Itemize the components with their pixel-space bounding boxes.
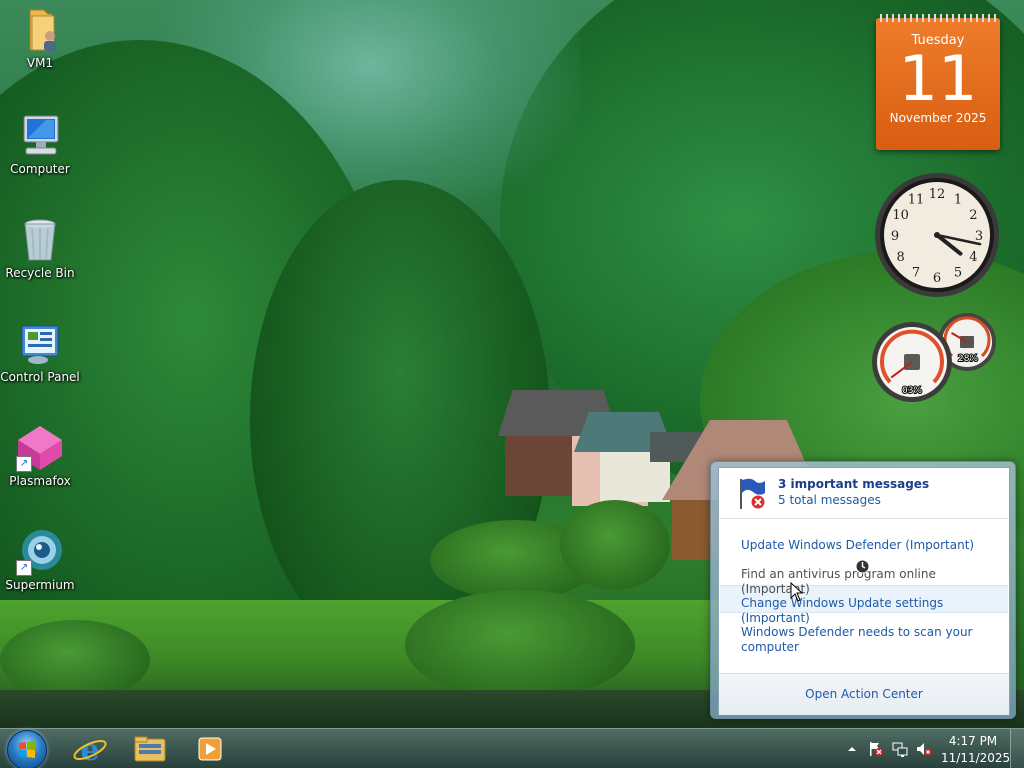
calendar-month-year: November 2025 [889, 111, 987, 125]
clock-numeral: 7 [912, 265, 920, 280]
clock-numeral: 12 [929, 187, 946, 202]
desktop-icon-label: VM1 [26, 56, 54, 70]
desktop-icon-vm1[interactable]: VM1 [0, 6, 80, 70]
start-button[interactable] [7, 730, 47, 768]
folder-icon [134, 736, 166, 762]
plasmafox-icon: ↗ [16, 424, 64, 472]
busy-cursor-icon [855, 559, 870, 574]
message-update-defender[interactable]: Update Windows Defender (Important) [741, 538, 1001, 553]
desktop-icon-recycle-bin[interactable]: Recycle Bin [0, 216, 80, 280]
message-change-update-settings[interactable]: Change Windows Update settings (Importan… [741, 596, 1001, 626]
clock-numeral: 3 [975, 229, 983, 244]
action-center-flag-tray-icon[interactable] [868, 741, 884, 757]
action-center-popup: 3 important messages 5 total messages Up… [710, 461, 1016, 719]
calendar-rings [880, 14, 996, 22]
network-icon[interactable] [892, 741, 908, 757]
desktop-icon-supermium[interactable]: ↗ Supermium [0, 528, 80, 592]
clock-numeral: 10 [892, 208, 909, 223]
message-defender-scan[interactable]: Windows Defender needs to scan your comp… [741, 625, 1001, 655]
clock-numeral: 11 [908, 193, 925, 208]
taskbar-internet-explorer[interactable]: e [64, 731, 116, 768]
action-center-header: 3 important messages 5 total messages [719, 468, 1009, 519]
taskbar-clock-time[interactable]: 4:17 PM [945, 734, 1001, 748]
show-desktop-button[interactable] [1010, 729, 1024, 768]
action-center-title: 3 important messages [778, 477, 930, 491]
memory-meter-label: 28% [958, 354, 978, 364]
internet-explorer-icon: e [73, 733, 107, 768]
taskbar: e 4:17 PM 11/11/2025 [0, 728, 1024, 768]
action-center-footer: Open Action Center [719, 673, 1009, 715]
media-player-icon [198, 737, 222, 761]
action-center-flag-icon [737, 477, 767, 511]
user-folder-icon [16, 6, 64, 54]
desktop-icon-label: Plasmafox [9, 474, 71, 488]
desktop-icon-label: Control Panel [0, 370, 80, 384]
message-find-antivirus[interactable]: Find an antivirus program online (Import… [741, 567, 1001, 597]
taskbar-media-player[interactable] [184, 731, 236, 767]
taskbar-windows-explorer[interactable] [124, 731, 176, 767]
clock-numeral: 9 [891, 229, 899, 244]
svg-text:e: e [80, 733, 99, 767]
clock-numeral: 5 [954, 265, 962, 280]
clock-numeral: 6 [933, 271, 941, 286]
recycle-bin-icon [16, 216, 64, 264]
shortcut-arrow-icon: ↗ [16, 456, 32, 472]
action-center-subtitle[interactable]: 5 total messages [778, 493, 881, 507]
clock-numeral: 1 [954, 193, 962, 208]
desktop-icon-computer[interactable]: Computer [0, 112, 80, 176]
mouse-pointer-icon [790, 581, 804, 602]
desktop-icon-plasmafox[interactable]: ↗ Plasmafox [0, 424, 80, 488]
clock-numeral: 8 [896, 250, 904, 265]
desktop-icon-label: Supermium [5, 578, 75, 592]
computer-icon [16, 112, 64, 160]
calendar-day-number: 11 [898, 42, 978, 115]
taskbar-clock-date[interactable]: 11/11/2025 [941, 751, 1010, 765]
desktop-icon-label: Recycle Bin [5, 266, 75, 280]
control-panel-icon [16, 320, 64, 368]
windows-logo-icon [19, 741, 35, 758]
shortcut-arrow-icon: ↗ [16, 560, 32, 576]
open-action-center-link[interactable]: Open Action Center [719, 674, 1009, 714]
clock-numeral: 4 [969, 250, 977, 265]
clock-gadget[interactable]: 12 1 2 3 4 5 6 7 8 9 10 11 [874, 172, 1000, 298]
cpu-meter-label: 03% [902, 386, 922, 396]
calendar-gadget[interactable]: Tuesday 11 November 2025 [876, 14, 1000, 150]
clock-numeral: 2 [969, 208, 977, 223]
volume-muted-icon[interactable] [916, 741, 932, 757]
desktop-icon-control-panel[interactable]: Control Panel [0, 320, 80, 384]
show-hidden-icons-chevron-icon[interactable] [844, 741, 860, 757]
desktop-icon-label: Computer [10, 162, 70, 176]
cpu-meter-gadget[interactable]: 28% 03% [872, 312, 1000, 406]
supermium-icon: ↗ [16, 528, 64, 576]
